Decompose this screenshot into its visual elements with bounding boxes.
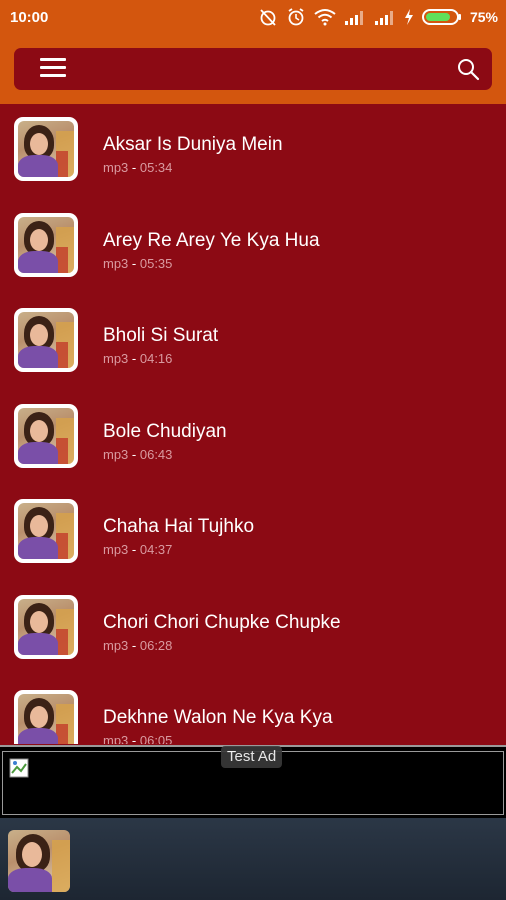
song-meta: mp3 - 05:35	[103, 256, 172, 271]
song-duration: 04:16	[139, 351, 173, 366]
battery-icon	[421, 9, 461, 25]
now-playing-bar[interactable]	[0, 818, 506, 900]
song-title: Bole Chudiyan	[103, 420, 227, 442]
song-format: mp3	[103, 637, 129, 653]
song-format: mp3	[103, 446, 129, 462]
battery-percentage: 75%	[469, 9, 498, 25]
album-art	[14, 594, 78, 659]
song-list-item[interactable]: Bholi Si Surat mp3 - 04:16	[0, 295, 506, 391]
song-format: mp3	[103, 733, 129, 744]
broken-image-icon	[9, 758, 29, 778]
song-meta: mp3 - 05:34	[103, 160, 172, 175]
song-format: mp3	[103, 351, 129, 366]
album-art	[14, 690, 78, 744]
search-bar[interactable]	[14, 48, 492, 90]
now-playing-album-art[interactable]	[8, 830, 70, 892]
song-title: Bholi Si Surat	[103, 325, 219, 346]
song-list-item[interactable]: Bole Chudiyan mp3 - 06:43	[0, 391, 506, 487]
status-icons: 75%	[258, 7, 498, 27]
song-title: Chori Chori Chupke Chupke	[103, 611, 341, 633]
album-art	[14, 403, 78, 468]
signal-icon	[374, 11, 393, 25]
song-meta: mp3 - 04:16	[103, 351, 172, 366]
song-meta: mp3 - 06:05	[103, 733, 172, 744]
song-title: Aksar Is Duniya Mein	[103, 134, 283, 155]
song-format: mp3	[103, 160, 129, 175]
ad-label: Test Ad	[221, 746, 283, 768]
alarm-clock-icon	[288, 8, 304, 26]
status-time: 10:00	[10, 9, 49, 26]
song-title: Dekhne Walon Ne Kya Kya	[103, 707, 333, 728]
song-duration: 06:43	[139, 446, 173, 462]
wifi-icon	[314, 9, 336, 26]
song-duration: 06:05	[139, 733, 173, 744]
song-meta-separator: -	[128, 255, 140, 271]
song-meta: mp3 - 04:37	[103, 542, 172, 557]
alarm-off-icon	[260, 9, 276, 26]
song-duration: 06:28	[139, 637, 173, 653]
song-meta-separator: -	[128, 637, 140, 653]
song-duration: 04:37	[139, 542, 173, 557]
song-meta-separator: -	[128, 351, 140, 366]
song-meta: mp3 - 06:43	[103, 447, 172, 462]
song-list[interactable]: Aksar Is Duniya Mein mp3 - 05:34 Arey Re…	[0, 104, 506, 744]
search-icon[interactable]	[456, 57, 480, 81]
album-art	[14, 212, 78, 277]
album-art	[14, 499, 78, 563]
status-bar: 10:00 75%	[0, 0, 506, 34]
song-format: mp3	[103, 542, 129, 557]
song-meta-separator: -	[128, 446, 140, 462]
song-list-item[interactable]: Chaha Hai Tujhko mp3 - 04:37	[0, 486, 506, 582]
album-art	[14, 117, 78, 181]
song-list-item[interactable]: Aksar Is Duniya Mein mp3 - 05:34	[0, 104, 506, 200]
hamburger-menu-icon[interactable]	[40, 58, 68, 80]
charging-icon	[404, 9, 413, 25]
ad-banner[interactable]: Test Ad	[0, 745, 506, 820]
song-meta-separator: -	[128, 160, 140, 175]
song-list-item[interactable]: Dekhne Walon Ne Kya Kya mp3 - 06:05	[0, 677, 506, 744]
song-meta: mp3 - 06:28	[103, 638, 172, 653]
song-title: Chaha Hai Tujhko	[103, 516, 255, 537]
signal-icon	[344, 11, 363, 25]
song-format: mp3	[103, 255, 129, 271]
song-title: Arey Re Arey Ye Kya Hua	[103, 229, 320, 251]
song-meta-separator: -	[128, 542, 140, 557]
song-duration: 05:34	[139, 160, 173, 175]
song-list-item[interactable]: Chori Chori Chupke Chupke mp3 - 06:28	[0, 582, 506, 678]
song-duration: 05:35	[139, 255, 173, 271]
album-art	[14, 308, 78, 372]
song-meta-separator: -	[128, 733, 140, 744]
song-list-item[interactable]: Arey Re Arey Ye Kya Hua mp3 - 05:35	[0, 200, 506, 296]
